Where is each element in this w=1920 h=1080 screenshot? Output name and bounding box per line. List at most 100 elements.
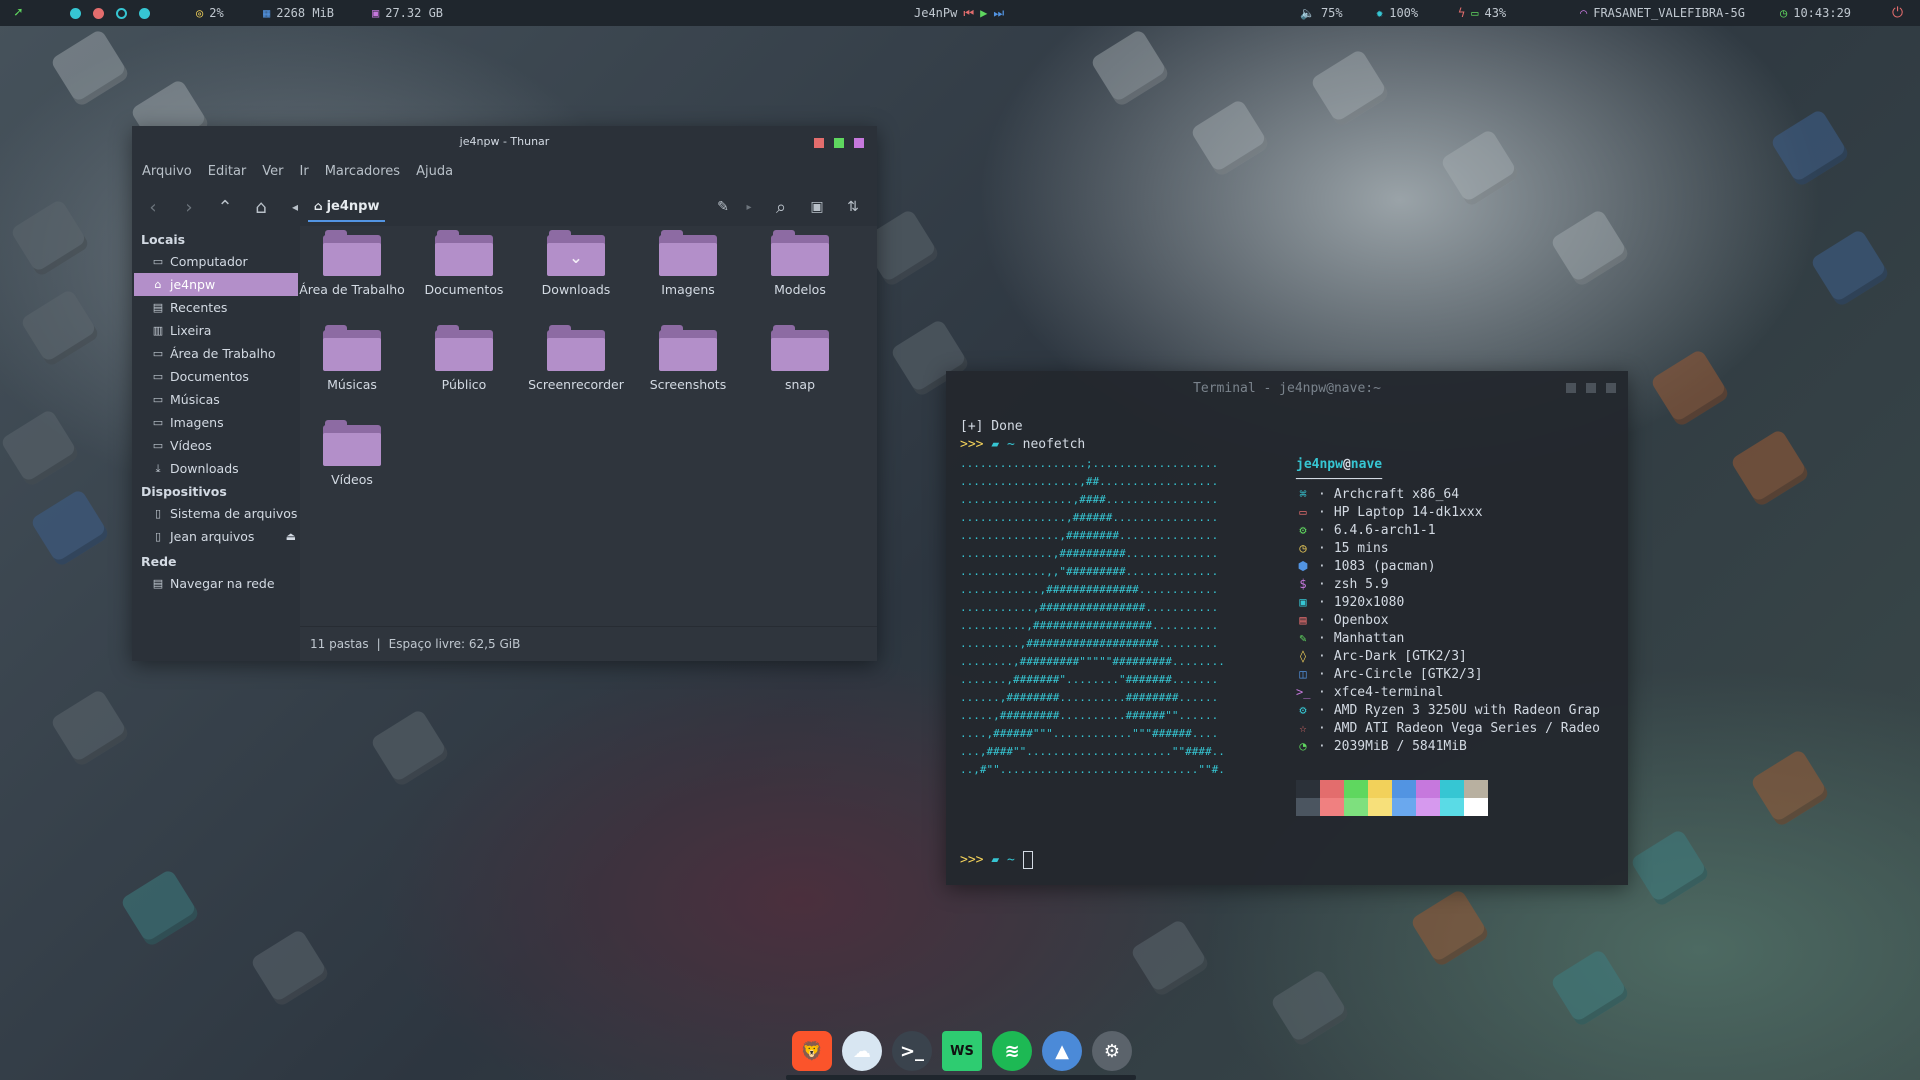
minimize-button[interactable]	[854, 138, 864, 148]
power-icon[interactable]: ⏻	[1892, 0, 1903, 26]
bullet: ·	[1318, 684, 1326, 700]
menu-ver[interactable]: Ver	[262, 164, 283, 179]
search-icon[interactable]: ⌕	[770, 196, 792, 218]
back-icon[interactable]: ‹	[142, 196, 164, 218]
info-line: ◷ · 15 mins	[1296, 539, 1600, 557]
sidebar-item-navegar-na-rede[interactable]: ▤ Navegar na rede	[132, 572, 300, 595]
previous-track-icon[interactable]: ⏮	[963, 6, 974, 21]
menu-ir[interactable]: Ir	[300, 164, 309, 179]
info-line: ◫ · Arc-Circle [GTK2/3]	[1296, 665, 1600, 683]
folder-musicas[interactable]: Músicas	[296, 325, 408, 392]
archcraft-icon[interactable]: ▲	[1042, 1031, 1082, 1071]
open-terminal-icon[interactable]: ▣	[806, 196, 828, 218]
ascii-line: ..................,##..................	[960, 475, 1219, 488]
rocket-icon[interactable]: ➚	[14, 0, 22, 26]
menu-editar[interactable]: Editar	[208, 164, 247, 179]
folder-label: Vídeos	[331, 472, 373, 487]
folder-downloads[interactable]: ⌄ Downloads	[520, 230, 632, 297]
sidebar-item-lixeira[interactable]: ▥ Lixeira	[132, 319, 300, 342]
parent-folder-icon[interactable]: ⌃	[214, 196, 236, 218]
info-value: Arc-Circle [GTK2/3]	[1333, 666, 1483, 682]
file-view: Área de Trabalho Documentos ⌄ Downloads …	[299, 226, 877, 626]
terminal-close-button[interactable]	[1606, 383, 1616, 393]
workspace-dot-1[interactable]	[70, 7, 81, 19]
folder-label: Público	[441, 377, 487, 392]
menu-arquivo[interactable]: Arquivo	[142, 164, 192, 179]
spotify-icon[interactable]: ≋	[992, 1031, 1032, 1071]
folder-videos[interactable]: Vídeos	[296, 420, 408, 487]
terminal-minimize-button[interactable]	[1566, 383, 1576, 393]
play-icon[interactable]: ▶	[980, 6, 987, 20]
clock-icon: ◷	[1780, 6, 1788, 20]
folder-publico[interactable]: Público	[408, 325, 520, 392]
menu-ajuda[interactable]: Ajuda	[416, 164, 453, 179]
files-icon[interactable]: ☁	[842, 1031, 882, 1071]
sidebar-item-documentos[interactable]: ▭ Documentos	[132, 365, 300, 388]
wifi-widget[interactable]: ◠ FRASANET_VALEFIBRA-5G	[1580, 0, 1745, 26]
workspace-dot-2[interactable]	[93, 7, 104, 19]
sidebar: Locais ▭ Computador ⌂ je4npw ▤ Recentes ▥ Li…	[132, 226, 300, 661]
forward-icon[interactable]: ›	[178, 196, 200, 218]
sidebar-item-videos[interactable]: ▭ Vídeos	[132, 434, 300, 457]
menu-marcadores[interactable]: Marcadores	[325, 164, 400, 179]
sidebar-item-je4npw[interactable]: ⌂ je4npw	[134, 273, 298, 296]
folder-icon: ▭	[152, 346, 164, 360]
path-left-arrow-icon[interactable]: ◂	[284, 196, 306, 218]
sidebar-item-sistema-de-arquivos[interactable]: ▯ Sistema de arquivos	[132, 502, 300, 525]
folder-modelos[interactable]: Modelos	[744, 230, 856, 297]
volume-icon: 🔈	[1300, 6, 1315, 20]
folder-area-de-trabalho[interactable]: Área de Trabalho	[296, 230, 408, 297]
hostname: nave	[1350, 456, 1383, 472]
next-track-icon[interactable]: ⏭	[993, 6, 1004, 21]
sidebar-item-imagens[interactable]: ▭ Imagens	[132, 411, 300, 434]
folder-imagens[interactable]: Imagens	[632, 230, 744, 297]
terminal-titlebar[interactable]: Terminal - je4npw@nave:~	[946, 371, 1628, 405]
home-icon[interactable]: ⌂	[250, 196, 272, 218]
split-view-icon[interactable]: ⇅	[842, 196, 864, 218]
sidebar-item-musicas[interactable]: ▭ Músicas	[132, 388, 300, 411]
palette-swatch	[1296, 780, 1320, 816]
thunar-titlebar[interactable]: je4npw - Thunar	[132, 126, 877, 156]
sidebar-item-jean-arquivos[interactable]: ▯ Jean arquivos ⏏	[132, 525, 300, 548]
webstorm-icon[interactable]: WS	[942, 1031, 982, 1071]
edit-path-icon[interactable]: ✎	[712, 196, 734, 218]
terminal-icon[interactable]: >_	[892, 1031, 932, 1071]
sidebar-item-recentes[interactable]: ▤ Recentes	[132, 296, 300, 319]
brave-icon[interactable]: 🦁	[792, 1031, 832, 1071]
sidebar-item-computador[interactable]: ▭ Computador	[132, 250, 300, 273]
folder-screenshots[interactable]: Screenshots	[632, 325, 744, 392]
folder-icon: ▭	[152, 438, 164, 452]
ram-widget: ▦ 2268 MiB	[263, 0, 334, 26]
folder-label: Imagens	[661, 282, 715, 297]
ascii-line: ..............,##########..............	[960, 547, 1219, 560]
settings-icon[interactable]: ⚙	[1092, 1031, 1132, 1071]
trash-icon: ▥	[152, 323, 164, 337]
brightness-icon: ✹	[1376, 6, 1384, 20]
info-line: ▭ · HP Laptop 14-dk1xxx	[1296, 503, 1600, 521]
folder-icon: ▰	[991, 437, 1000, 452]
workspace-dot-4[interactable]	[139, 7, 150, 19]
sidebar-item-downloads[interactable]: ⤓ Downloads	[132, 457, 300, 480]
maximize-button[interactable]	[834, 138, 844, 148]
path-button-home[interactable]: ⌂ je4npw	[308, 192, 386, 222]
terminal-title: Terminal - je4npw@nave:~	[1193, 380, 1381, 396]
folder-snap[interactable]: snap	[744, 325, 856, 392]
info-icon: ⌘	[1299, 487, 1307, 501]
terminal-done-line: [+] Done	[960, 419, 1023, 434]
brightness-widget[interactable]: ✹ 100%	[1376, 0, 1418, 26]
media-title: Je4nPw	[914, 6, 958, 20]
eject-icon[interactable]: ⏏	[286, 530, 296, 543]
thunar-window: je4npw - Thunar Arquivo Editar Ver Ir Ma…	[132, 126, 877, 661]
terminal-maximize-button[interactable]	[1586, 383, 1596, 393]
terminal-prompt-line[interactable]: >>> ▰ ~	[960, 851, 1033, 869]
volume-widget[interactable]: 🔈 75%	[1300, 0, 1343, 26]
close-button[interactable]	[814, 138, 824, 148]
workspace-dot-3[interactable]	[116, 7, 127, 19]
info-line: ✎ · Manhattan	[1296, 629, 1600, 647]
path-right-arrow-icon[interactable]: ▸	[738, 196, 760, 218]
battery-widget: ϟ ▭ 43%	[1458, 0, 1506, 26]
folder-screenrecorder[interactable]: Screenrecorder	[520, 325, 632, 392]
ascii-line: .................,####.................	[960, 493, 1219, 506]
folder-documentos[interactable]: Documentos	[408, 230, 520, 297]
sidebar-item-area-de-trabalho[interactable]: ▭ Área de Trabalho	[132, 342, 300, 365]
